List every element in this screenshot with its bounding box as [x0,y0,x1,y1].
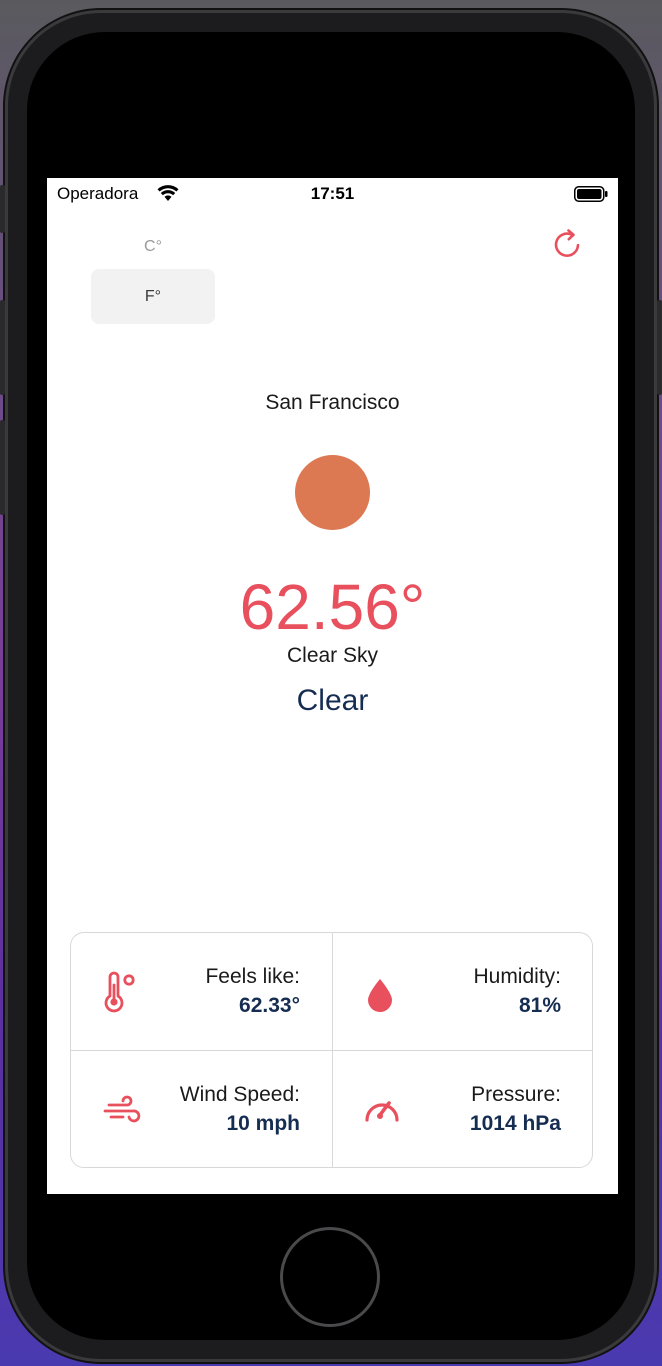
app-screen: Operadora 17:51 C° F° San Francisco 62.5… [47,178,618,1194]
city-name: San Francisco [265,391,400,414]
status-time: 17:51 [310,184,355,203]
humidity-card: Humidity: 81% [332,933,593,1050]
battery-icon [574,186,608,207]
weather-condition: Clear [296,684,369,717]
details-grid: Feels like: 62.33° Humidity: 81% Wind Sp… [70,932,593,1168]
droplet-icon [360,971,404,1015]
sun-icon [295,455,370,530]
wind-icon [99,1089,143,1133]
pressure-value: 1014 hPa [469,1112,561,1135]
wind-speed-card: Wind Speed: 10 mph [71,1051,332,1168]
fahrenheit-toggle[interactable]: F° [91,269,215,324]
mute-switch [0,185,5,233]
feels-like-value: 62.33° [239,994,300,1017]
celsius-toggle[interactable]: C° [91,232,215,262]
feels-like-card: Feels like: 62.33° [71,933,332,1050]
gauge-icon [360,1089,404,1133]
wind-speed-value: 10 mph [226,1112,300,1135]
wind-speed-label: Wind Speed: [179,1083,300,1106]
humidity-label: Humidity: [473,965,561,988]
weather-description: Clear Sky [286,644,379,667]
thermometer-icon [99,971,143,1015]
home-button[interactable] [280,1227,380,1327]
pressure-card: Pressure: 1014 hPa [332,1051,593,1168]
status-bar: Operadora 17:51 [47,178,618,210]
temperature: 62.56° [239,571,426,643]
power-button [657,300,662,395]
feels-like-label: Feels like: [205,965,300,988]
humidity-value: 81% [518,994,561,1017]
volume-down-button [0,420,5,515]
pressure-label: Pressure: [471,1083,561,1106]
volume-up-button [0,300,5,395]
refresh-icon[interactable] [550,227,586,268]
